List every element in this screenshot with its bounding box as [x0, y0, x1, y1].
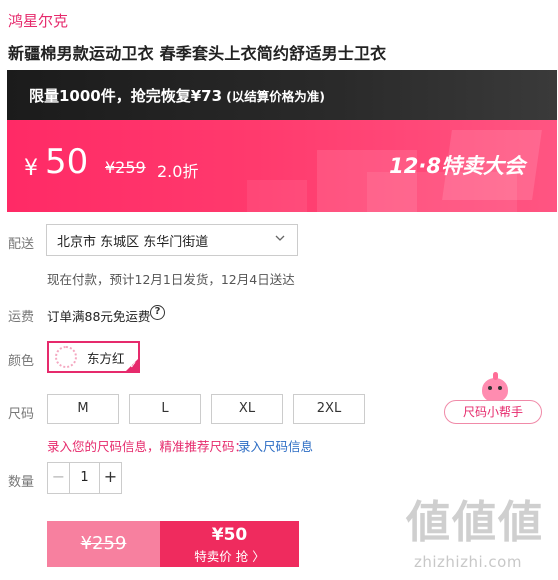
color-label: 颜色 — [8, 354, 35, 369]
size-option-2xl[interactable]: 2XL — [293, 394, 365, 424]
delivery-estimate: 现在付款，预计12月1日发货，12月4日送达 — [47, 272, 295, 287]
check-icon: ✓ — [129, 361, 137, 371]
original-price-buy-button[interactable]: ¥259 — [47, 521, 160, 567]
original-price: ¥259 — [105, 158, 146, 177]
mascot-icon — [482, 372, 508, 402]
address-select[interactable]: 北京市 东城区 东华门街道 — [46, 224, 298, 256]
address-value: 北京市 东城区 东华门街道 — [57, 234, 209, 250]
quantity-decrement-button[interactable]: − — [48, 463, 70, 493]
product-title: 新疆棉男款运动卫衣 春季套头上衣简约舒适男士卫衣 — [8, 44, 387, 63]
size-recommend-link[interactable]: 录入尺码信息 — [238, 436, 313, 455]
quantity-label: 数量 — [8, 475, 35, 490]
limit-banner-main: 限量1000件，抢完恢复¥73 — [29, 86, 223, 105]
delivery-label: 配送 — [8, 237, 35, 252]
color-option-selected[interactable]: 东方红 ✓ — [47, 341, 140, 373]
watermark-logo: 値値値 — [406, 497, 544, 548]
color-thumbnail — [55, 346, 77, 368]
chevron-down-icon — [275, 233, 285, 246]
limited-quantity-banner: 限量1000件，抢完恢复¥73 (以结算价格为准) — [7, 70, 557, 120]
shipping-label: 运费 — [8, 310, 35, 325]
size-helper-button[interactable]: 尺码小帮手 — [444, 372, 542, 424]
watermark-site: zhizhizhi.com — [414, 553, 522, 571]
quantity-increment-button[interactable]: + — [99, 463, 121, 493]
price-banner: ¥ 50 ¥259 2.0折 12·8特卖大会 — [7, 120, 557, 212]
size-label: 尺码 — [8, 407, 35, 422]
banner-gift-graphic — [247, 180, 307, 212]
limit-banner-note: (以结算价格为准) — [226, 88, 325, 104]
discount-label: 2.0折 — [157, 162, 199, 181]
size-helper-label: 尺码小帮手 — [444, 400, 542, 424]
buy-button-label: 特卖价 抢 〉 — [194, 549, 265, 564]
color-option-name: 东方红 — [87, 350, 125, 366]
size-option-l[interactable]: L — [129, 394, 201, 424]
currency-symbol: ¥ — [24, 156, 38, 181]
brand-name[interactable]: 鸿星尔克 — [8, 10, 68, 31]
current-price: 50 — [45, 142, 89, 182]
shipping-text: 订单满88元免运费 — [47, 309, 151, 324]
help-question-icon[interactable]: ? — [150, 305, 165, 320]
buy-button-price: ¥50 — [211, 525, 248, 545]
size-option-xl[interactable]: XL — [211, 394, 283, 424]
size-recommend-text: 录入您的尺码信息，精准推荐尺码： — [47, 439, 248, 454]
flash-sale-buy-button[interactable]: ¥50 特卖价 抢 〉 — [160, 521, 299, 567]
size-option-m[interactable]: M — [47, 394, 119, 424]
quantity-value[interactable]: 1 — [70, 463, 99, 493]
quantity-stepper: − 1 + — [47, 462, 122, 494]
event-label: 12·8特卖大会 — [389, 154, 525, 178]
